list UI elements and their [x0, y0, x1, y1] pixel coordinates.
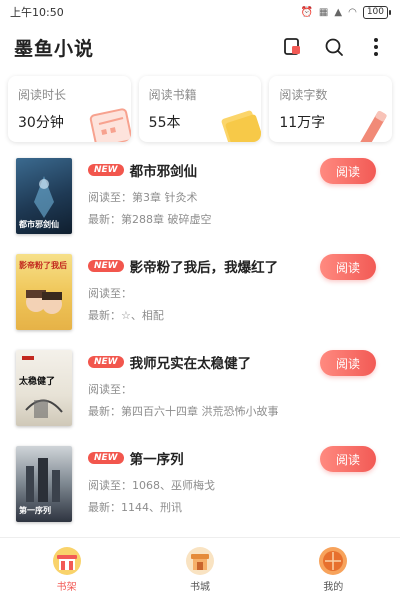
reading-stats: 阅读时长 30分钟 阅读书籍 55本 阅读字数 11万字: [0, 70, 400, 142]
wifi-icon: ◠: [348, 6, 357, 18]
new-badge: NEW: [88, 164, 124, 176]
book-title[interactable]: 影帝粉了我后，我爆红了: [130, 256, 279, 276]
latest-chapter: 最新：第288章 破碎虚空: [88, 213, 212, 226]
alarm-icon: ⏰: [300, 6, 313, 18]
read-progress: 阅读至：: [88, 287, 132, 300]
book-stack-icon: [221, 110, 262, 142]
book-cover[interactable]: 太稳健了: [16, 350, 72, 426]
signal-icon: ▲: [334, 6, 343, 18]
history-button[interactable]: [280, 35, 304, 59]
book-title[interactable]: 我师兄实在太稳健了: [130, 352, 252, 372]
status-icons: ⏰ ▦ ▲ ◠ 100: [300, 5, 392, 19]
read-button[interactable]: 阅读: [320, 158, 376, 184]
stat-label: 阅读书籍: [148, 88, 197, 102]
bookshelf-list: 都市邪剑仙 NEW 都市邪剑仙 阅读至：第3章 针灸术 最新：第288章 破碎虚…: [0, 142, 400, 542]
new-badge: NEW: [88, 452, 124, 464]
cover-title: 都市邪剑仙: [19, 220, 59, 229]
new-badge: NEW: [88, 260, 124, 272]
read-button[interactable]: 阅读: [320, 350, 376, 376]
book-cover[interactable]: 第一序列: [16, 446, 72, 522]
book-item[interactable]: 都市邪剑仙 NEW 都市邪剑仙 阅读至：第3章 针灸术 最新：第288章 破碎虚…: [0, 158, 400, 254]
tab-label: 书城: [189, 581, 210, 593]
stat-books-read[interactable]: 阅读书籍 55本: [138, 76, 262, 142]
app-bar: 墨鱼小说: [0, 24, 400, 70]
pen-icon: [359, 110, 387, 142]
tab-label: 我的: [323, 581, 344, 593]
book-title[interactable]: 第一序列: [130, 448, 184, 468]
more-vert-icon: [374, 38, 378, 56]
tab-profile[interactable]: 我的: [267, 538, 400, 600]
search-button[interactable]: [322, 35, 346, 59]
latest-chapter: 最新：1144、刑讯: [88, 501, 182, 514]
latest-chapter: 最新：第四百六十四章 洪荒恐怖小故事: [88, 405, 279, 418]
new-badge: NEW: [88, 356, 124, 368]
status-bar: 上午10:50 ⏰ ▦ ▲ ◠ 100: [0, 0, 400, 24]
read-progress: 阅读至：: [88, 383, 132, 396]
latest-chapter: 最新：☆、相配: [88, 309, 164, 322]
cover-art-icon: [22, 356, 63, 418]
calendar-icon: [89, 108, 131, 142]
tab-bookshelf[interactable]: 书架: [0, 538, 133, 600]
bookstore-icon: [185, 546, 214, 575]
book-cover[interactable]: 都市邪剑仙: [16, 158, 72, 234]
tab-bookstore[interactable]: 书城: [133, 538, 266, 600]
profile-icon: [319, 546, 348, 575]
stat-label: 阅读字数: [279, 88, 328, 102]
app-title: 墨鱼小说: [14, 37, 95, 60]
read-button[interactable]: 阅读: [320, 446, 376, 472]
bottom-tab-bar: 书架 书城 我的: [0, 537, 400, 600]
history-icon: [284, 38, 300, 55]
status-time: 上午10:50: [10, 6, 64, 19]
bookshelf-icon: [52, 546, 81, 575]
book-cover[interactable]: 影帝粉了我后: [16, 254, 72, 330]
book-title[interactable]: 都市邪剑仙: [130, 160, 198, 180]
search-icon: [325, 38, 343, 56]
sim-icon: ▦: [318, 6, 329, 18]
stat-words-read[interactable]: 阅读字数 11万字: [269, 76, 393, 142]
stat-reading-time[interactable]: 阅读时长 30分钟: [8, 76, 131, 142]
more-button[interactable]: [364, 35, 388, 59]
tab-label: 书架: [56, 581, 77, 593]
read-progress: 阅读至：第3章 针灸术: [88, 191, 198, 204]
book-item[interactable]: 第一序列 NEW 第一序列 阅读至：1068、巫师梅戈 最新：1144、刑讯 阅…: [0, 446, 400, 542]
battery-icon: 100: [362, 5, 392, 19]
cover-title: 第一序列: [19, 506, 51, 515]
cover-title: 影帝粉了我后: [19, 261, 67, 270]
book-item[interactable]: 影帝粉了我后 NEW 影帝粉了我后，我爆红了 阅读至： 最新：☆、相配 阅读: [0, 254, 400, 350]
cover-title: 太稳健了: [19, 377, 56, 387]
book-item[interactable]: 太稳健了 NEW 我师兄实在太稳健了 阅读至： 最新：第四百六十四章 洪荒恐怖小…: [0, 350, 400, 446]
read-button[interactable]: 阅读: [320, 254, 376, 280]
stat-label: 阅读时长: [18, 88, 67, 102]
read-progress: 阅读至：1068、巫师梅戈: [88, 479, 215, 492]
